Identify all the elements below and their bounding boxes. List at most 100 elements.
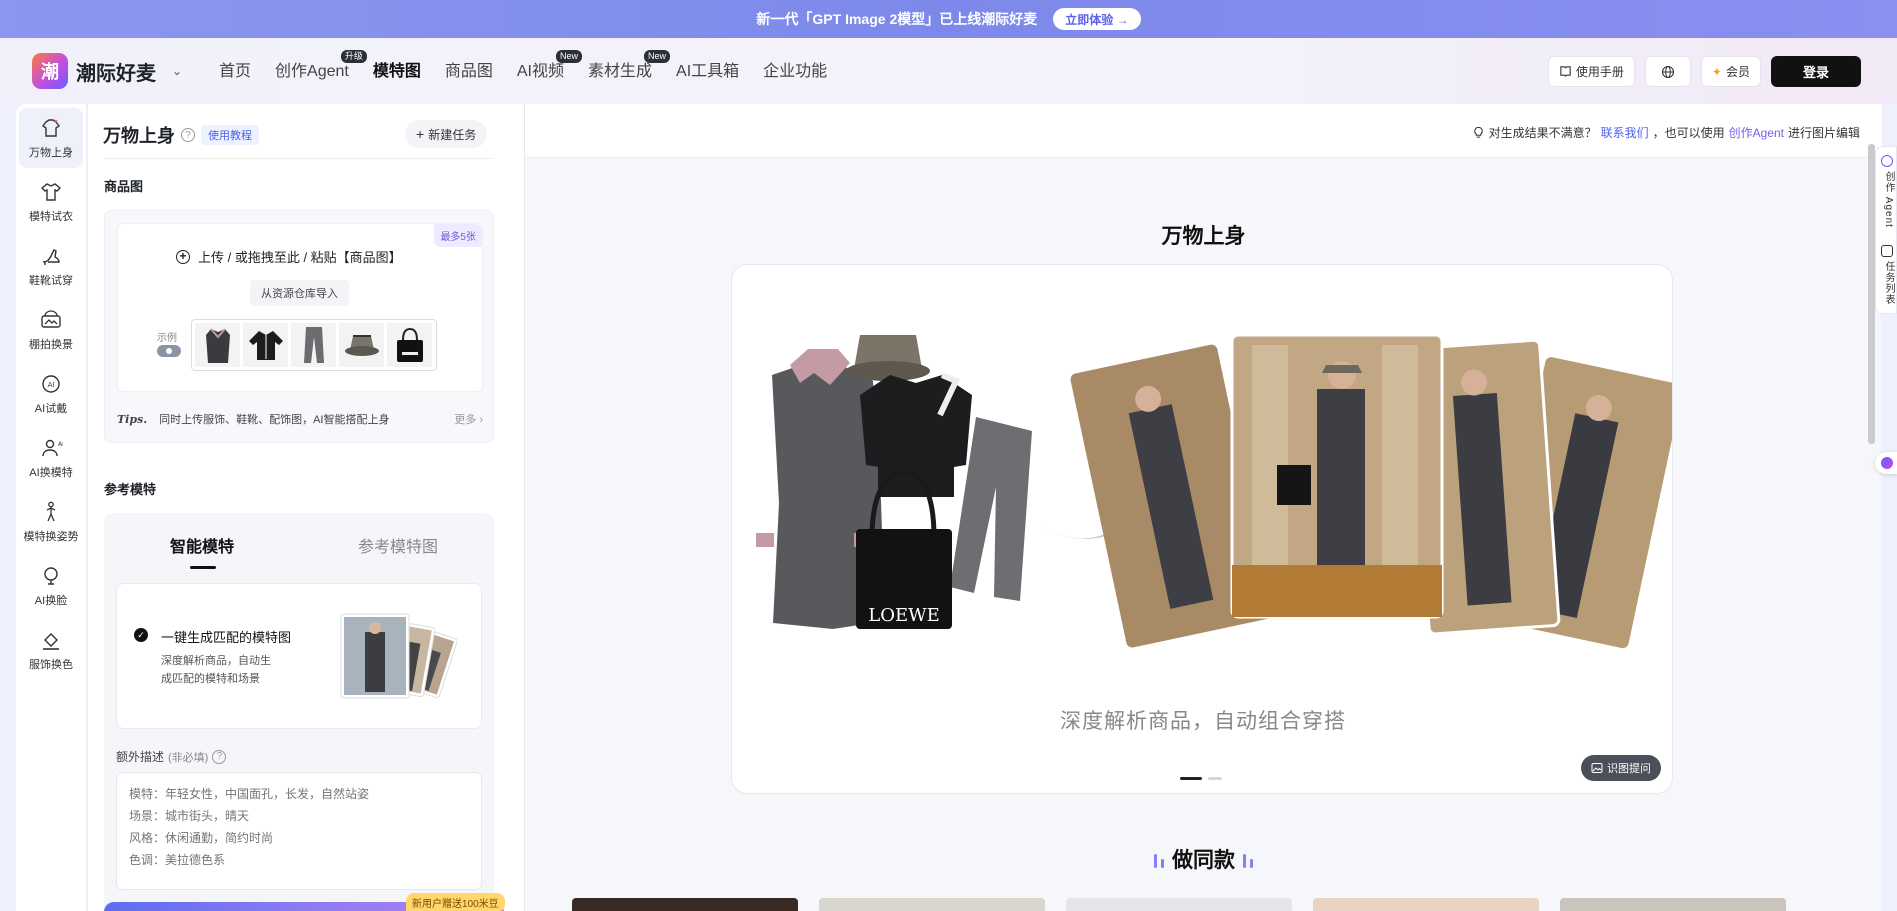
carousel-dot[interactable]: [1208, 777, 1222, 780]
tshirt-icon: [40, 183, 62, 201]
nav-ai-video[interactable]: AI视频 New: [517, 50, 582, 84]
nav-product-photo[interactable]: 商品图: [445, 60, 493, 84]
paint-bucket-icon: [43, 633, 59, 650]
nav-material[interactable]: 素材生成 New: [588, 50, 671, 84]
login-button[interactable]: 登录: [1771, 56, 1861, 87]
stage-title: 万物上身: [1161, 225, 1246, 248]
example-thumb-hat[interactable]: [339, 323, 384, 367]
header-actions: 使用手册 ✦ 会员 登录: [1547, 56, 1861, 87]
product-section-title: 商品图: [104, 176, 151, 198]
extra-description-input[interactable]: [116, 772, 482, 890]
book-icon: [1560, 66, 1571, 77]
person-swap-icon: AI: [42, 439, 63, 457]
main-toolbar: 对生成结果不满意？ 联系我们 ，也可以使用 创作Agent 进行图片编辑: [525, 104, 1882, 158]
landscape-icon: [41, 310, 61, 328]
help-icon[interactable]: ?: [181, 128, 195, 142]
side-task-list-button[interactable]: 任务列表: [1881, 261, 1896, 305]
feedback-hint: 对生成结果不满意？ 联系我们 ，也可以使用 创作Agent 进行图片编辑: [1472, 124, 1860, 141]
example-thumbnails: [191, 319, 437, 371]
check-icon: ✓: [134, 628, 148, 642]
rail-item-ai-swap-model[interactable]: AI AI换模特: [19, 428, 83, 488]
language-button[interactable]: [1644, 56, 1691, 87]
rail-item-color-change[interactable]: 服饰换色: [19, 620, 83, 680]
tab-reference-model[interactable]: 参考模特图: [358, 533, 438, 557]
panel-title: 万物上身: [103, 126, 175, 146]
brand-logo[interactable]: 潮 潮际好麦 ⌄: [32, 53, 182, 89]
example-thumb-jacket[interactable]: [243, 323, 288, 367]
tab-smart-model[interactable]: 智能模特: [170, 533, 234, 557]
nav-model-photo[interactable]: 模特图: [373, 60, 421, 84]
tips-row: Tips. 同时上传服饰、鞋靴、配饰图，AI智能搭配上身 更多 ›: [117, 411, 483, 427]
nav-ai-toolbox[interactable]: AI工具箱: [676, 60, 739, 84]
gallery-item[interactable]: [819, 898, 1045, 911]
main-area: 对生成结果不满意？ 联系我们 ，也可以使用 创作Agent 进行图片编辑 万物上身 LO…: [524, 104, 1882, 911]
decor-bar: [1242, 854, 1246, 868]
lightbulb-icon: [1473, 126, 1483, 138]
bag-brand-text: LOEWE: [868, 605, 940, 626]
upload-dropzone[interactable]: 最多5张 + 上传 / 或拖拽至此 / 粘贴【商品图】 从资源仓库导入 示例: [117, 223, 483, 392]
model-preview-image: [340, 613, 457, 699]
tips-text: 同时上传服饰、鞋靴、配饰图，AI智能搭配上身: [159, 414, 390, 426]
header: 潮 潮际好麦 ⌄ 首页 创作Agent 升级 模特图 商品图 AI视频 New 素材…: [0, 38, 1897, 104]
gallery-item[interactable]: [1313, 898, 1539, 911]
gallery-item[interactable]: [1066, 898, 1292, 911]
eye-icon[interactable]: [157, 345, 181, 357]
rail-item-studio-scene[interactable]: 棚拍换景: [19, 300, 83, 360]
banner-cta-button[interactable]: 立即体验 →: [1053, 8, 1141, 30]
example-label: 示例: [157, 333, 177, 344]
rail-item-model-tryon[interactable]: 模特试衣: [19, 172, 83, 232]
nav-home[interactable]: 首页: [219, 60, 251, 84]
chevron-down-icon[interactable]: ⌄: [172, 64, 182, 78]
pose-icon: [46, 501, 56, 522]
model-section-title: 参考模特: [104, 479, 156, 501]
top-banner: 新一代「GPT Image 2模型」已上线潮际好麦 立即体验 →: [0, 0, 1897, 38]
floating-side-panel: 创作 Agent 任务列表: [1875, 146, 1897, 314]
stage-caption: 深度解析商品，自动组合穿搭: [1060, 710, 1346, 733]
new-task-button[interactable]: + 新建任务: [405, 120, 488, 148]
assistant-float-button[interactable]: [1875, 452, 1897, 474]
contact-us-link[interactable]: 联系我们: [1601, 124, 1649, 141]
main-nav: 首页 创作Agent 升级 模特图 商品图 AI视频 New 素材生成 New AI工…: [219, 50, 851, 84]
new-user-gift-badge: 新用户赠送100米豆: [406, 893, 505, 911]
tool-rail: 万物上身 模特试衣 鞋靴试穿 棚拍换景 AI AI试戴 AI AI换模特 模特换…: [16, 104, 87, 911]
gallery-item[interactable]: [572, 898, 798, 911]
nav-enterprise[interactable]: 企业功能: [763, 60, 827, 84]
carousel-dots: [1180, 777, 1222, 780]
help-icon[interactable]: ?: [212, 749, 227, 764]
gallery-item[interactable]: [1560, 898, 1786, 911]
side-agent-button[interactable]: 创作 Agent: [1881, 171, 1896, 228]
rail-item-model-pose[interactable]: 模特换姿势: [19, 492, 83, 552]
rail-item-all-wear[interactable]: 万物上身: [19, 108, 83, 168]
example-thumb-pants[interactable]: [291, 323, 336, 367]
import-library-button[interactable]: 从资源仓库导入: [250, 280, 349, 306]
panel-header: 万物上身 ? 使用教程: [103, 122, 259, 148]
rail-item-ai-wear-accessory[interactable]: AI AI试戴: [19, 364, 83, 424]
decor-bar: [1249, 859, 1253, 868]
vip-button[interactable]: ✦ 会员: [1700, 56, 1761, 87]
nav-agent[interactable]: 创作Agent 升级: [275, 50, 367, 84]
decor-bar: [1154, 854, 1158, 868]
max-count-badge: 最多5张: [434, 224, 482, 247]
plus-icon: +: [416, 126, 425, 142]
rail-item-shoe-tryon[interactable]: 鞋靴试穿: [19, 236, 83, 296]
tutorial-link[interactable]: 使用教程: [201, 125, 259, 145]
image-question-button[interactable]: 识图提问: [1581, 755, 1661, 781]
tips-more-link[interactable]: 更多 ›: [454, 411, 483, 427]
carousel-dot[interactable]: [1180, 777, 1202, 780]
smart-model-card[interactable]: ✓ 一键生成匹配的模特图 深度解析商品，自动生成匹配的模特和场景: [116, 583, 482, 729]
decor-bar: [1161, 859, 1165, 868]
nav-badge: New: [644, 50, 671, 63]
shirt-sparkle-icon: [41, 119, 61, 137]
showcase-carousel[interactable]: LOEWE 深度解析商品，自动组合穿搭 识图提问: [731, 264, 1673, 794]
jacket-icon: [248, 331, 283, 360]
agent-link[interactable]: 创作Agent: [1729, 124, 1784, 141]
agent-icon: [1881, 155, 1893, 167]
extra-description-label: 额外描述 (非必填) ?: [116, 748, 227, 765]
main-scrollbar[interactable]: [1868, 144, 1875, 444]
example-thumb-coat[interactable]: [195, 323, 240, 367]
upload-prompt[interactable]: + 上传 / 或拖拽至此 / 粘贴【商品图】: [176, 247, 402, 266]
rail-item-ai-face-swap[interactable]: AI换脸: [19, 556, 83, 616]
example-thumb-bag[interactable]: [387, 323, 432, 367]
face-swap-icon: [44, 567, 58, 585]
manual-button[interactable]: 使用手册: [1547, 56, 1635, 87]
